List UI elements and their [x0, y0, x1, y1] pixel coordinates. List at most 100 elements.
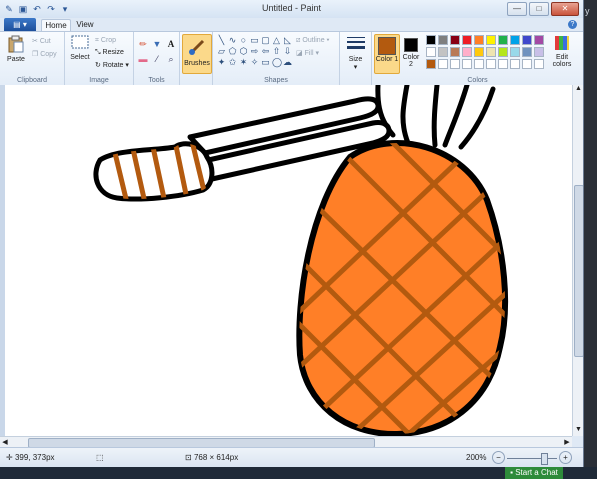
pencil-icon[interactable]: ✏	[137, 38, 149, 50]
color-picker-icon[interactable]: ⁄	[151, 53, 163, 65]
palette-swatch[interactable]	[534, 47, 544, 57]
zoom-slider[interactable]	[507, 453, 557, 465]
shape-rounded-callout-icon[interactable]: ▭	[261, 58, 270, 67]
outline-button[interactable]: ⧄ Outline ▾	[296, 37, 329, 45]
shape-six-point-star-icon[interactable]: ✶	[239, 58, 248, 67]
shape-line-icon[interactable]: ╲	[217, 36, 226, 45]
brushes-label: Brushes	[184, 60, 210, 67]
shape-oval-callout-icon[interactable]: ◯	[272, 58, 282, 67]
color1-label: Color 1	[375, 56, 399, 63]
shape-down-arrow-icon[interactable]: ⇩	[283, 47, 292, 56]
palette-swatch[interactable]	[522, 47, 532, 57]
fill-bucket-icon[interactable]: ▼	[151, 38, 163, 50]
chat-icon: ▪	[510, 468, 513, 477]
shape-cloud-callout-icon[interactable]: ☁	[283, 58, 292, 67]
shape-right-triangle-icon[interactable]: ◺	[283, 36, 292, 45]
select-button[interactable]: Select	[68, 35, 92, 61]
edit-colors-button[interactable]: Edit colors	[549, 35, 575, 68]
close-button[interactable]: ✕	[551, 2, 579, 16]
size-button[interactable]: Size ▾	[343, 35, 368, 71]
palette-swatch[interactable]	[426, 35, 436, 45]
palette-swatch[interactable]	[498, 47, 508, 57]
minimize-button[interactable]: —	[507, 2, 527, 16]
drawing-canvas[interactable]	[5, 85, 572, 436]
magnifier-icon[interactable]: ⌕	[165, 53, 177, 65]
palette-swatch[interactable]	[522, 35, 532, 45]
palette-swatch[interactable]	[450, 35, 460, 45]
fill-button[interactable]: ◪ Fill ▾	[296, 49, 319, 57]
shape-oval-icon[interactable]: ○	[239, 36, 248, 45]
shape-five-point-star-icon[interactable]: ✩	[228, 58, 237, 67]
palette-swatch[interactable]	[534, 35, 544, 45]
palette-swatch[interactable]	[486, 47, 496, 57]
palette-swatch[interactable]	[462, 59, 472, 69]
rotate-button[interactable]: ↻ Rotate ▾	[95, 61, 129, 69]
text-tool-icon[interactable]: A	[165, 38, 177, 50]
shape-left-arrow-icon[interactable]: ⇦	[261, 47, 270, 56]
palette-swatch[interactable]	[510, 35, 520, 45]
palette-swatch[interactable]	[462, 47, 472, 57]
size-group: Size ▾	[340, 32, 372, 85]
shape-diamond-icon[interactable]: ▱	[217, 47, 226, 56]
brushes-button[interactable]: Brushes	[182, 34, 212, 74]
palette-swatch[interactable]	[498, 59, 508, 69]
palette-swatch[interactable]	[438, 47, 448, 57]
help-icon[interactable]: ?	[568, 20, 577, 29]
copy-button[interactable]: ❐ Copy	[32, 50, 57, 58]
palette-swatch[interactable]	[498, 35, 508, 45]
zoom-out-button[interactable]: −	[492, 451, 505, 464]
shape-rounded-rectangle-icon[interactable]: ▢	[261, 36, 270, 45]
palette-swatch[interactable]	[522, 59, 532, 69]
shape-right-arrow-icon[interactable]: ⇨	[250, 47, 259, 56]
start-chat-button[interactable]: ▪ Start a Chat	[505, 467, 563, 479]
selection-size-icon: ⬚	[96, 453, 104, 462]
scroll-up-icon[interactable]: ▲	[573, 85, 583, 95]
paste-button[interactable]: Paste	[4, 35, 28, 63]
shape-callout-icon[interactable]: ✧	[250, 58, 259, 67]
shape-four-point-star-icon[interactable]: ✦	[217, 58, 226, 67]
zoom-level: 200%	[466, 453, 487, 462]
palette-swatch[interactable]	[486, 59, 496, 69]
color1-swatch	[378, 37, 396, 55]
shape-curve-icon[interactable]: ∿	[228, 36, 237, 45]
eraser-icon[interactable]: ▬	[137, 53, 149, 65]
resize-button[interactable]: ⤡ Resize	[95, 49, 124, 57]
palette-swatch[interactable]	[426, 47, 436, 57]
resize-label: Resize	[102, 49, 124, 56]
zoom-slider-thumb[interactable]	[540, 453, 548, 465]
cut-button[interactable]: ✂ Cut	[32, 37, 51, 45]
shape-hexagon-icon[interactable]: ⬡	[239, 47, 248, 56]
zoom-in-button[interactable]: +	[559, 451, 572, 464]
hand	[93, 141, 215, 202]
color2-button[interactable]: Color 2	[400, 34, 422, 68]
select-icon	[71, 35, 89, 49]
shape-pentagon-icon[interactable]: ⬠	[228, 47, 237, 56]
crop-button[interactable]: ⌗ Crop	[95, 37, 116, 45]
paint-menu-button[interactable]: ▤ ▾	[4, 18, 36, 31]
palette-swatch[interactable]	[474, 47, 484, 57]
palette-swatch[interactable]	[450, 59, 460, 69]
palette-swatch[interactable]	[438, 35, 448, 45]
palette-swatch[interactable]	[450, 47, 460, 57]
palette-swatch[interactable]	[534, 59, 544, 69]
maximize-button[interactable]: □	[529, 2, 549, 16]
vertical-scrollbar[interactable]: ▲ ▼	[572, 85, 583, 436]
color1-button[interactable]: Color 1	[374, 34, 400, 74]
palette-swatch[interactable]	[486, 35, 496, 45]
palette-swatch[interactable]	[474, 59, 484, 69]
palette-swatch[interactable]	[426, 59, 436, 69]
palette-swatch[interactable]	[510, 47, 520, 57]
pineapple-leaves	[375, 85, 496, 150]
outline-label: Outline ▾	[302, 37, 330, 44]
tab-view[interactable]: View	[72, 19, 98, 31]
size-dropdown-icon: ▾	[353, 64, 358, 71]
shape-up-arrow-icon[interactable]: ⇧	[272, 47, 281, 56]
vertical-scroll-thumb[interactable]	[574, 185, 583, 357]
shape-triangle-icon[interactable]: △	[272, 36, 281, 45]
palette-swatch[interactable]	[438, 59, 448, 69]
palette-swatch[interactable]	[510, 59, 520, 69]
palette-swatch[interactable]	[474, 35, 484, 45]
scroll-down-icon[interactable]: ▼	[573, 426, 583, 436]
shape-rectangle-icon[interactable]: ▭	[250, 36, 259, 45]
palette-swatch[interactable]	[462, 35, 472, 45]
